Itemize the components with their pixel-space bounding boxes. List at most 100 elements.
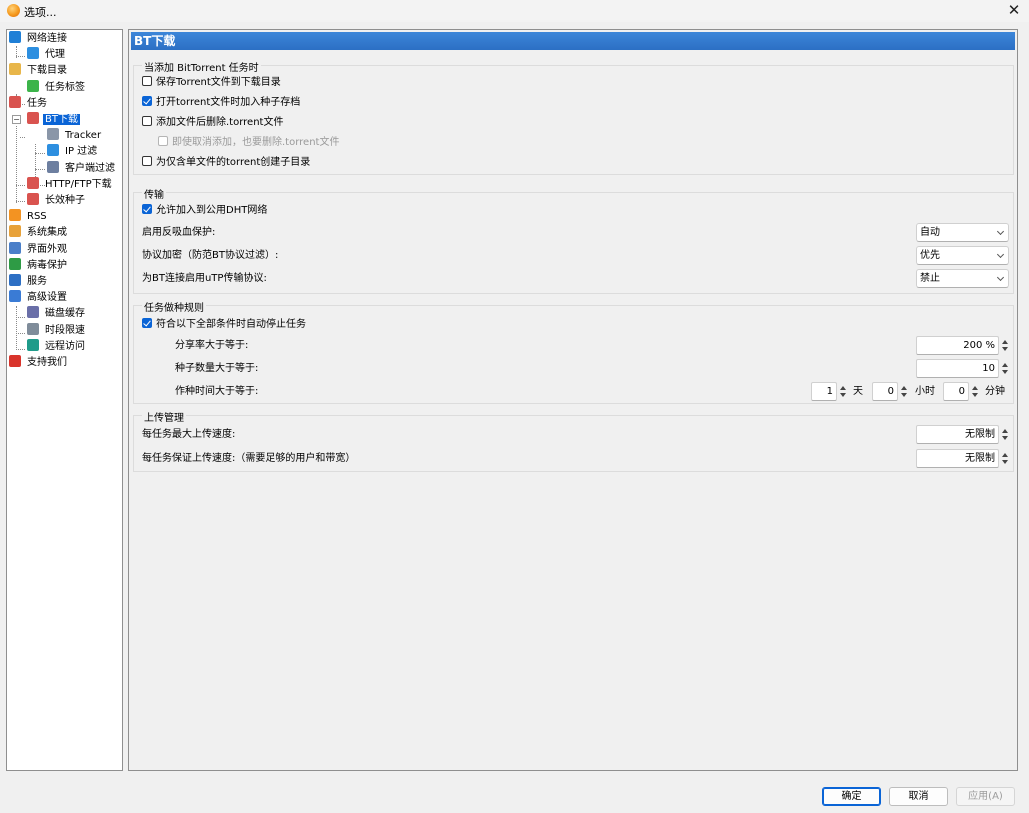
category-tree[interactable]: − 网络连接代理下载目录 任务标签 任务 BT下载 Tracker IP 过滤 客户端过滤 HT… xyxy=(6,29,123,771)
seeds-label: 种子数量大于等于: xyxy=(175,363,259,374)
add-to-archive-checkbox[interactable]: 打开torrent文件时加入种子存档 xyxy=(142,96,300,110)
spinner-arrows-icon[interactable] xyxy=(1001,425,1009,444)
ratio-spinner[interactable]: 200 % xyxy=(916,336,1009,355)
spinner-value[interactable]: 无限制 xyxy=(916,449,999,468)
create-subdir-checkbox[interactable]: 为仅含单文件的torrent创建子目录 xyxy=(142,156,310,170)
task-icon xyxy=(9,95,21,108)
rss-icon xyxy=(9,209,21,222)
utp-label: 为BT连接启用uTP传输协议: xyxy=(142,273,267,284)
proxy-icon xyxy=(27,47,39,60)
tree-item[interactable]: 病毒保护 xyxy=(9,257,69,274)
spinner-arrows-icon[interactable] xyxy=(1001,449,1009,468)
checkbox-box[interactable] xyxy=(142,318,152,328)
save-torrent-checkbox[interactable]: 保存Torrent文件到下载目录 xyxy=(142,76,281,90)
spinner-value[interactable]: 0 xyxy=(872,382,898,401)
seeds-spinner[interactable]: 10 xyxy=(916,359,1009,378)
collapse-toggle-icon[interactable]: − xyxy=(12,115,21,124)
spinner-value[interactable]: 无限制 xyxy=(916,425,999,444)
tree-item-label: 时段限速 xyxy=(45,324,85,336)
encryption-select[interactable]: 优先 xyxy=(916,246,1009,265)
checkbox-label: 符合以下全部条件时自动停止任务 xyxy=(156,319,306,330)
tree-item[interactable]: BT下载 xyxy=(27,112,80,128)
tag-icon xyxy=(27,79,39,92)
tree-connector xyxy=(16,185,25,186)
panel-title: BT下载 xyxy=(131,32,1015,50)
tree-item[interactable]: 界面外观 xyxy=(9,241,69,258)
tree-item-label: 界面外观 xyxy=(27,243,67,255)
advanced-icon xyxy=(9,290,21,303)
tree-item-label: 服务 xyxy=(27,276,47,287)
tree-item[interactable]: RSS xyxy=(9,209,49,225)
checkbox-label: 允许加入到公用DHT网络 xyxy=(156,205,268,216)
apply-button[interactable]: 应用(A) xyxy=(956,787,1015,806)
tree-item[interactable]: 任务标签 xyxy=(27,79,87,96)
cancel-button[interactable]: 取消 xyxy=(889,787,948,806)
spinner-arrows-icon[interactable] xyxy=(971,382,979,401)
allow-dht-checkbox[interactable]: 允许加入到公用DHT网络 xyxy=(142,204,267,218)
http-icon xyxy=(27,176,39,189)
ratio-label: 分享率大于等于: xyxy=(175,340,249,351)
tree-item[interactable]: 支持我们 xyxy=(9,355,69,371)
tree-item[interactable]: 代理 xyxy=(27,47,67,63)
checkbox-box[interactable] xyxy=(142,116,152,126)
checkbox-box[interactable] xyxy=(142,76,152,86)
spinner-value[interactable]: 200 % xyxy=(916,336,999,355)
tree-item-label: 磁盘缓存 xyxy=(45,308,85,320)
appearance-icon xyxy=(9,241,21,254)
days-unit: 天 xyxy=(853,386,863,397)
tree-item[interactable]: 任务 xyxy=(9,95,49,112)
spinner-arrows-icon[interactable] xyxy=(900,382,908,401)
ok-button[interactable]: 确定 xyxy=(822,787,881,806)
checkbox-label: 为仅含单文件的torrent创建子目录 xyxy=(156,157,311,168)
window-title: 选项... xyxy=(24,6,57,19)
checkbox-box[interactable] xyxy=(142,96,152,106)
guaranteed-upload-label: 每任务保证上传速度:（需要足够的用户和带宽） xyxy=(142,453,356,464)
checkbox-box[interactable] xyxy=(142,156,152,166)
tree-item-label: 网络连接 xyxy=(27,33,67,44)
tree-item[interactable]: 磁盘缓存 xyxy=(27,306,87,322)
encryption-label: 协议加密（防范BT协议过滤）: xyxy=(142,250,279,261)
tree-item-label: 代理 xyxy=(45,49,65,61)
delete-after-add-checkbox[interactable]: 添加文件后删除.torrent文件 xyxy=(142,116,283,130)
tree-item[interactable]: 网络连接 xyxy=(9,31,69,47)
remote-icon xyxy=(27,338,39,351)
tree-item-label: 任务 xyxy=(27,97,47,109)
tree-item[interactable]: Tracker xyxy=(47,128,103,144)
tree-item[interactable]: 服务 xyxy=(9,274,49,290)
tree-item[interactable]: 客户端过滤 xyxy=(47,160,117,177)
disk-icon xyxy=(27,306,39,319)
spinner-arrows-icon[interactable] xyxy=(1001,336,1009,355)
checkbox-box[interactable] xyxy=(142,204,152,214)
anti-leech-select[interactable]: 自动 xyxy=(916,223,1009,242)
tree-item-label: 支持我们 xyxy=(27,357,67,368)
chevron-down-icon xyxy=(996,227,1005,236)
auto-stop-checkbox[interactable]: 符合以下全部条件时自动停止任务 xyxy=(142,318,306,332)
tree-item[interactable]: 下载目录 xyxy=(9,63,69,79)
tracker-icon xyxy=(47,128,59,141)
tree-item[interactable]: 远程访问 xyxy=(27,338,87,355)
utp-select[interactable]: 禁止 xyxy=(916,269,1009,288)
tree-item[interactable]: 高级设置 xyxy=(9,290,69,306)
tree-item-label: 病毒保护 xyxy=(27,259,67,271)
network-icon xyxy=(9,31,21,43)
guaranteed-upload-spinner[interactable]: 无限制 xyxy=(916,449,1009,468)
spinner-value[interactable]: 0 xyxy=(943,382,969,401)
tree-item[interactable]: IP 过滤 xyxy=(47,144,99,160)
tree-item-label: BT下载 xyxy=(43,114,80,125)
tree-item[interactable]: HTTP/FTP下载 xyxy=(27,176,114,193)
max-upload-spinner[interactable]: 无限制 xyxy=(916,425,1009,444)
title-bar: 选项... ✕ xyxy=(0,0,1029,22)
tree-connector xyxy=(16,349,25,350)
days-spinner[interactable]: 1 xyxy=(811,382,847,401)
tree-item[interactable]: 系统集成 xyxy=(9,225,69,241)
close-button[interactable]: ✕ xyxy=(999,0,1029,22)
tree-item[interactable]: 时段限速 xyxy=(27,322,87,339)
tree-item-label: RSS xyxy=(27,211,47,223)
spinner-value[interactable]: 10 xyxy=(916,359,999,378)
hours-spinner[interactable]: 0 xyxy=(872,382,908,401)
spinner-arrows-icon[interactable] xyxy=(1001,359,1009,378)
minutes-spinner[interactable]: 0 xyxy=(943,382,979,401)
spinner-value[interactable]: 1 xyxy=(811,382,837,401)
spinner-arrows-icon[interactable] xyxy=(839,382,847,401)
tree-item[interactable]: 长效种子 xyxy=(27,193,87,209)
